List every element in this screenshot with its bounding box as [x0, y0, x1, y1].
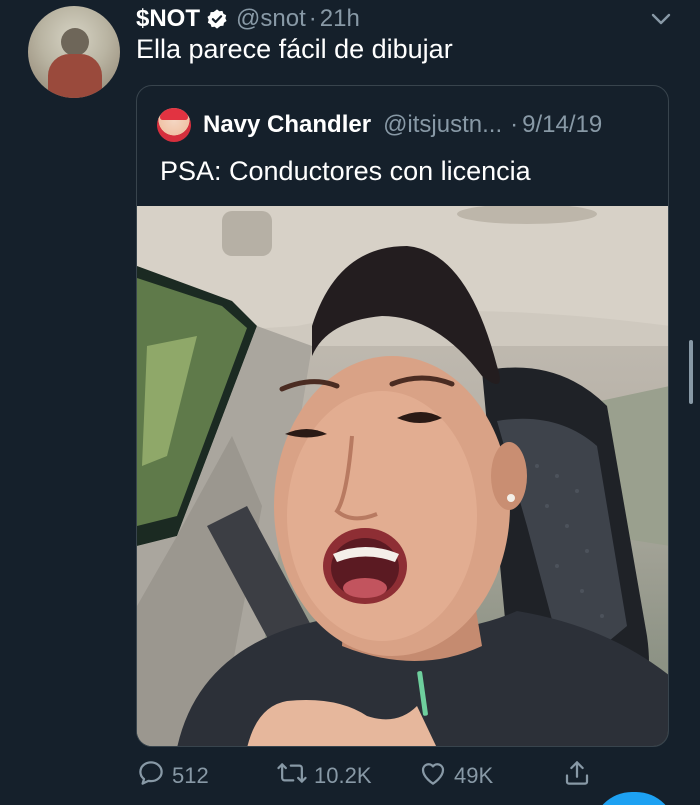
avatar-head: [61, 28, 89, 56]
quoted-tweet-text: PSA: Conductores con licencia: [160, 156, 531, 186]
tweet-actions: 512 10.2K 49K: [0, 758, 700, 794]
avatar-shirt: [48, 54, 102, 98]
reply-button[interactable]: 512: [136, 758, 209, 794]
heart-icon: [418, 758, 454, 794]
quoted-header-separator: ·: [510, 111, 519, 138]
user-avatar[interactable]: [28, 6, 120, 98]
retweet-button[interactable]: 10.2K: [276, 758, 372, 794]
header-separator: ·: [308, 5, 317, 32]
quoted-user-handle[interactable]: @itsjustn...: [383, 111, 502, 139]
quoted-user-avatar[interactable]: [157, 108, 191, 142]
share-icon: [562, 758, 598, 794]
like-button[interactable]: 49K: [418, 758, 493, 794]
tweet-text: Ella parece fácil de dibujar: [136, 34, 453, 64]
quoted-tweet[interactable]: Navy Chandler @itsjustn... · 9/14/19 PSA…: [136, 85, 669, 747]
retweet-count: 10.2K: [314, 763, 372, 788]
quoted-tweet-date: 9/14/19: [522, 111, 603, 138]
quoted-tweet-header: Navy Chandler @itsjustn... · 9/14/19: [157, 108, 602, 142]
user-handle[interactable]: @snot: [236, 5, 306, 33]
tweet-header: $NOT @snot · 21h: [136, 4, 360, 34]
reply-icon: [136, 758, 172, 794]
video-thumbnail[interactable]: [137, 206, 668, 746]
like-count: 49K: [454, 763, 494, 788]
tweet-card[interactable]: $NOT @snot · 21h Ella parece fácil de di…: [0, 0, 700, 805]
quoted-display-name[interactable]: Navy Chandler: [203, 111, 371, 139]
display-name[interactable]: $NOT: [136, 5, 200, 33]
tweet-timestamp[interactable]: 21h: [320, 5, 360, 33]
scrollbar[interactable]: [689, 340, 693, 404]
reply-count: 512: [172, 763, 209, 788]
share-button[interactable]: [562, 758, 598, 794]
chevron-down-icon[interactable]: [648, 8, 674, 30]
retweet-icon: [276, 758, 314, 794]
verified-badge-icon: [206, 8, 228, 30]
